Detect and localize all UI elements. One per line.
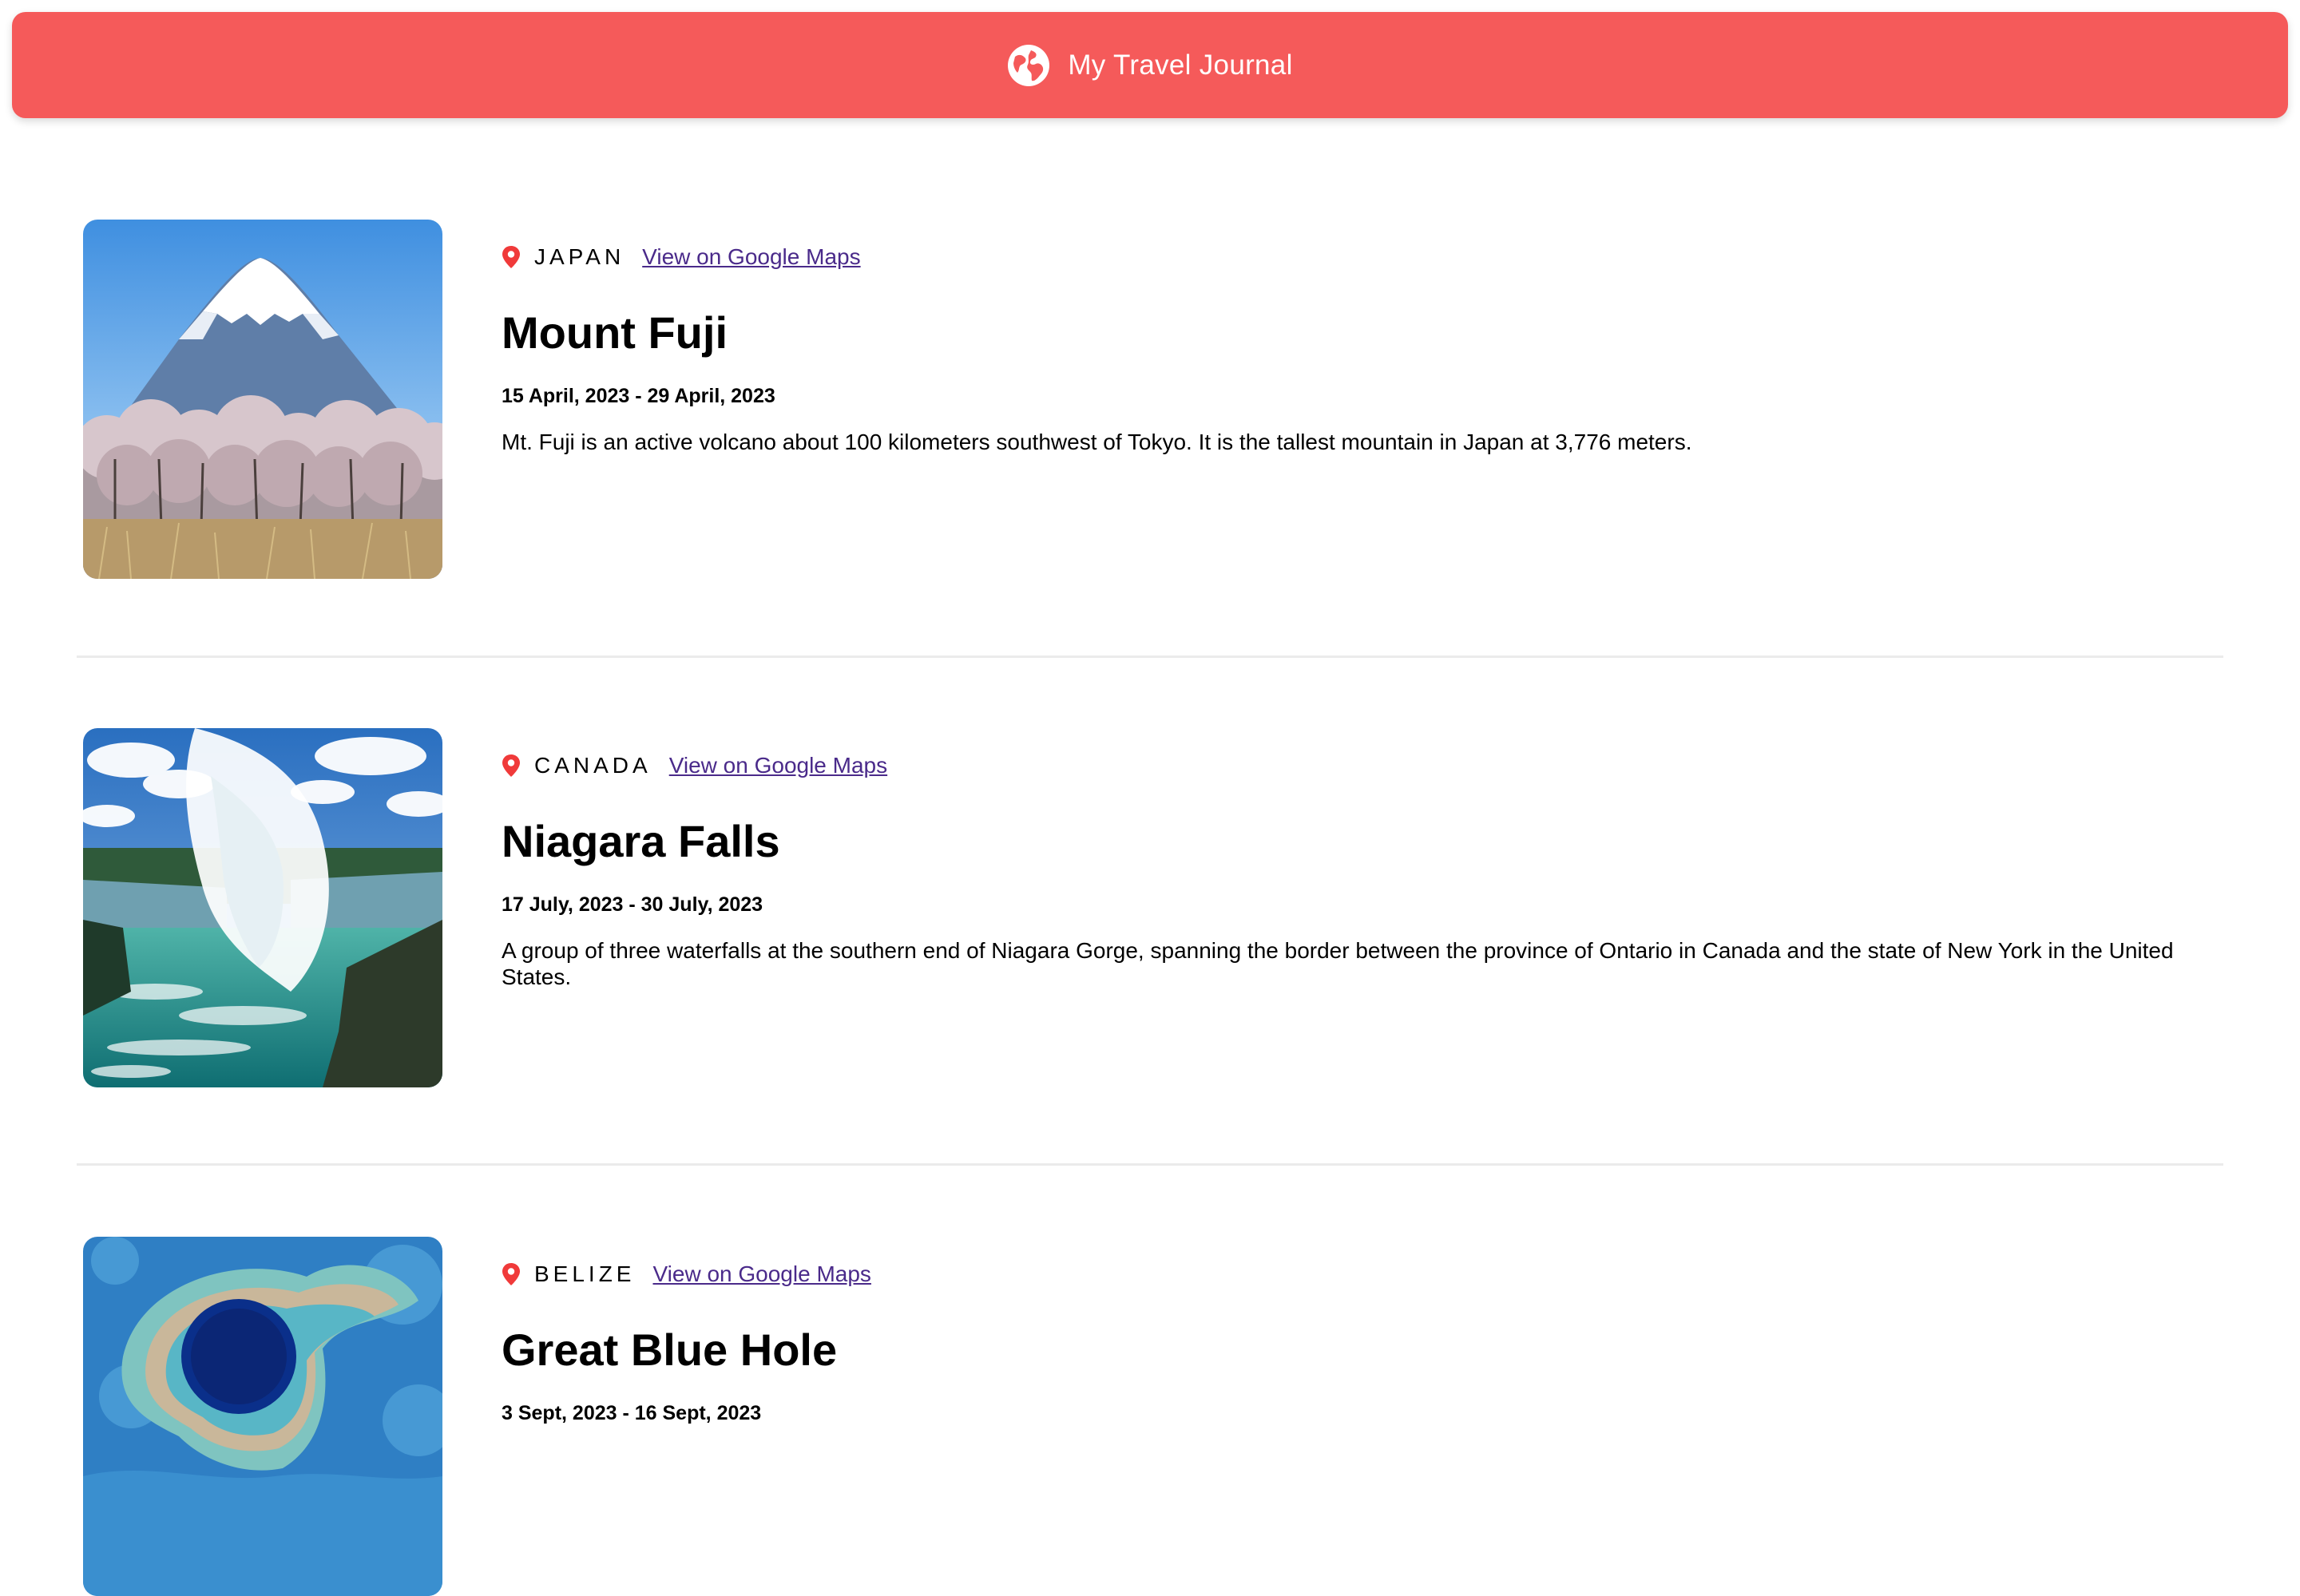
country-label: JAPAN [534, 244, 625, 269]
entry-location: BELIZE View on Google Maps [502, 1258, 871, 1290]
journal-entry: BELIZE View on Google Maps Great Blue Ho… [0, 1237, 2300, 1596]
entry-divider [77, 655, 2223, 658]
trip-dates: 15 April, 2023 - 29 April, 2023 [502, 385, 775, 407]
place-title: Great Blue Hole [502, 1325, 838, 1375]
place-title: Niagara Falls [502, 816, 780, 866]
mount-fuji-photo [83, 220, 442, 579]
google-maps-link[interactable]: View on Google Maps [669, 753, 887, 778]
globe-icon [1008, 44, 1050, 86]
niagara-falls-photo [83, 728, 442, 1087]
google-maps-link[interactable]: View on Google Maps [652, 1261, 870, 1287]
place-description: Mt. Fuji is an active volcano about 100 … [502, 430, 1692, 454]
place-title: Mount Fuji [502, 307, 728, 358]
location-pin-icon [502, 246, 520, 268]
entry-location: CANADA View on Google Maps [502, 750, 887, 782]
trip-dates: 3 Sept, 2023 - 16 Sept, 2023 [502, 1402, 762, 1424]
app-header: My Travel Journal [12, 12, 2288, 118]
app-title: My Travel Journal [1068, 49, 1293, 81]
great-blue-hole-photo [83, 1237, 442, 1596]
country-label: BELIZE [534, 1261, 636, 1286]
journal-entry: CANADA View on Google Maps Niagara Falls… [0, 728, 2300, 1087]
journal-entry: JAPAN View on Google Maps Mount Fuji 15 … [0, 220, 2300, 579]
location-pin-icon [502, 1263, 520, 1285]
entry-location: JAPAN View on Google Maps [502, 241, 861, 273]
trip-dates: 17 July, 2023 - 30 July, 2023 [502, 893, 763, 916]
google-maps-link[interactable]: View on Google Maps [642, 244, 860, 270]
entry-divider [77, 1163, 2223, 1166]
place-description: A group of three waterfalls at the south… [502, 938, 2174, 989]
location-pin-icon [502, 754, 520, 777]
country-label: CANADA [534, 753, 652, 778]
